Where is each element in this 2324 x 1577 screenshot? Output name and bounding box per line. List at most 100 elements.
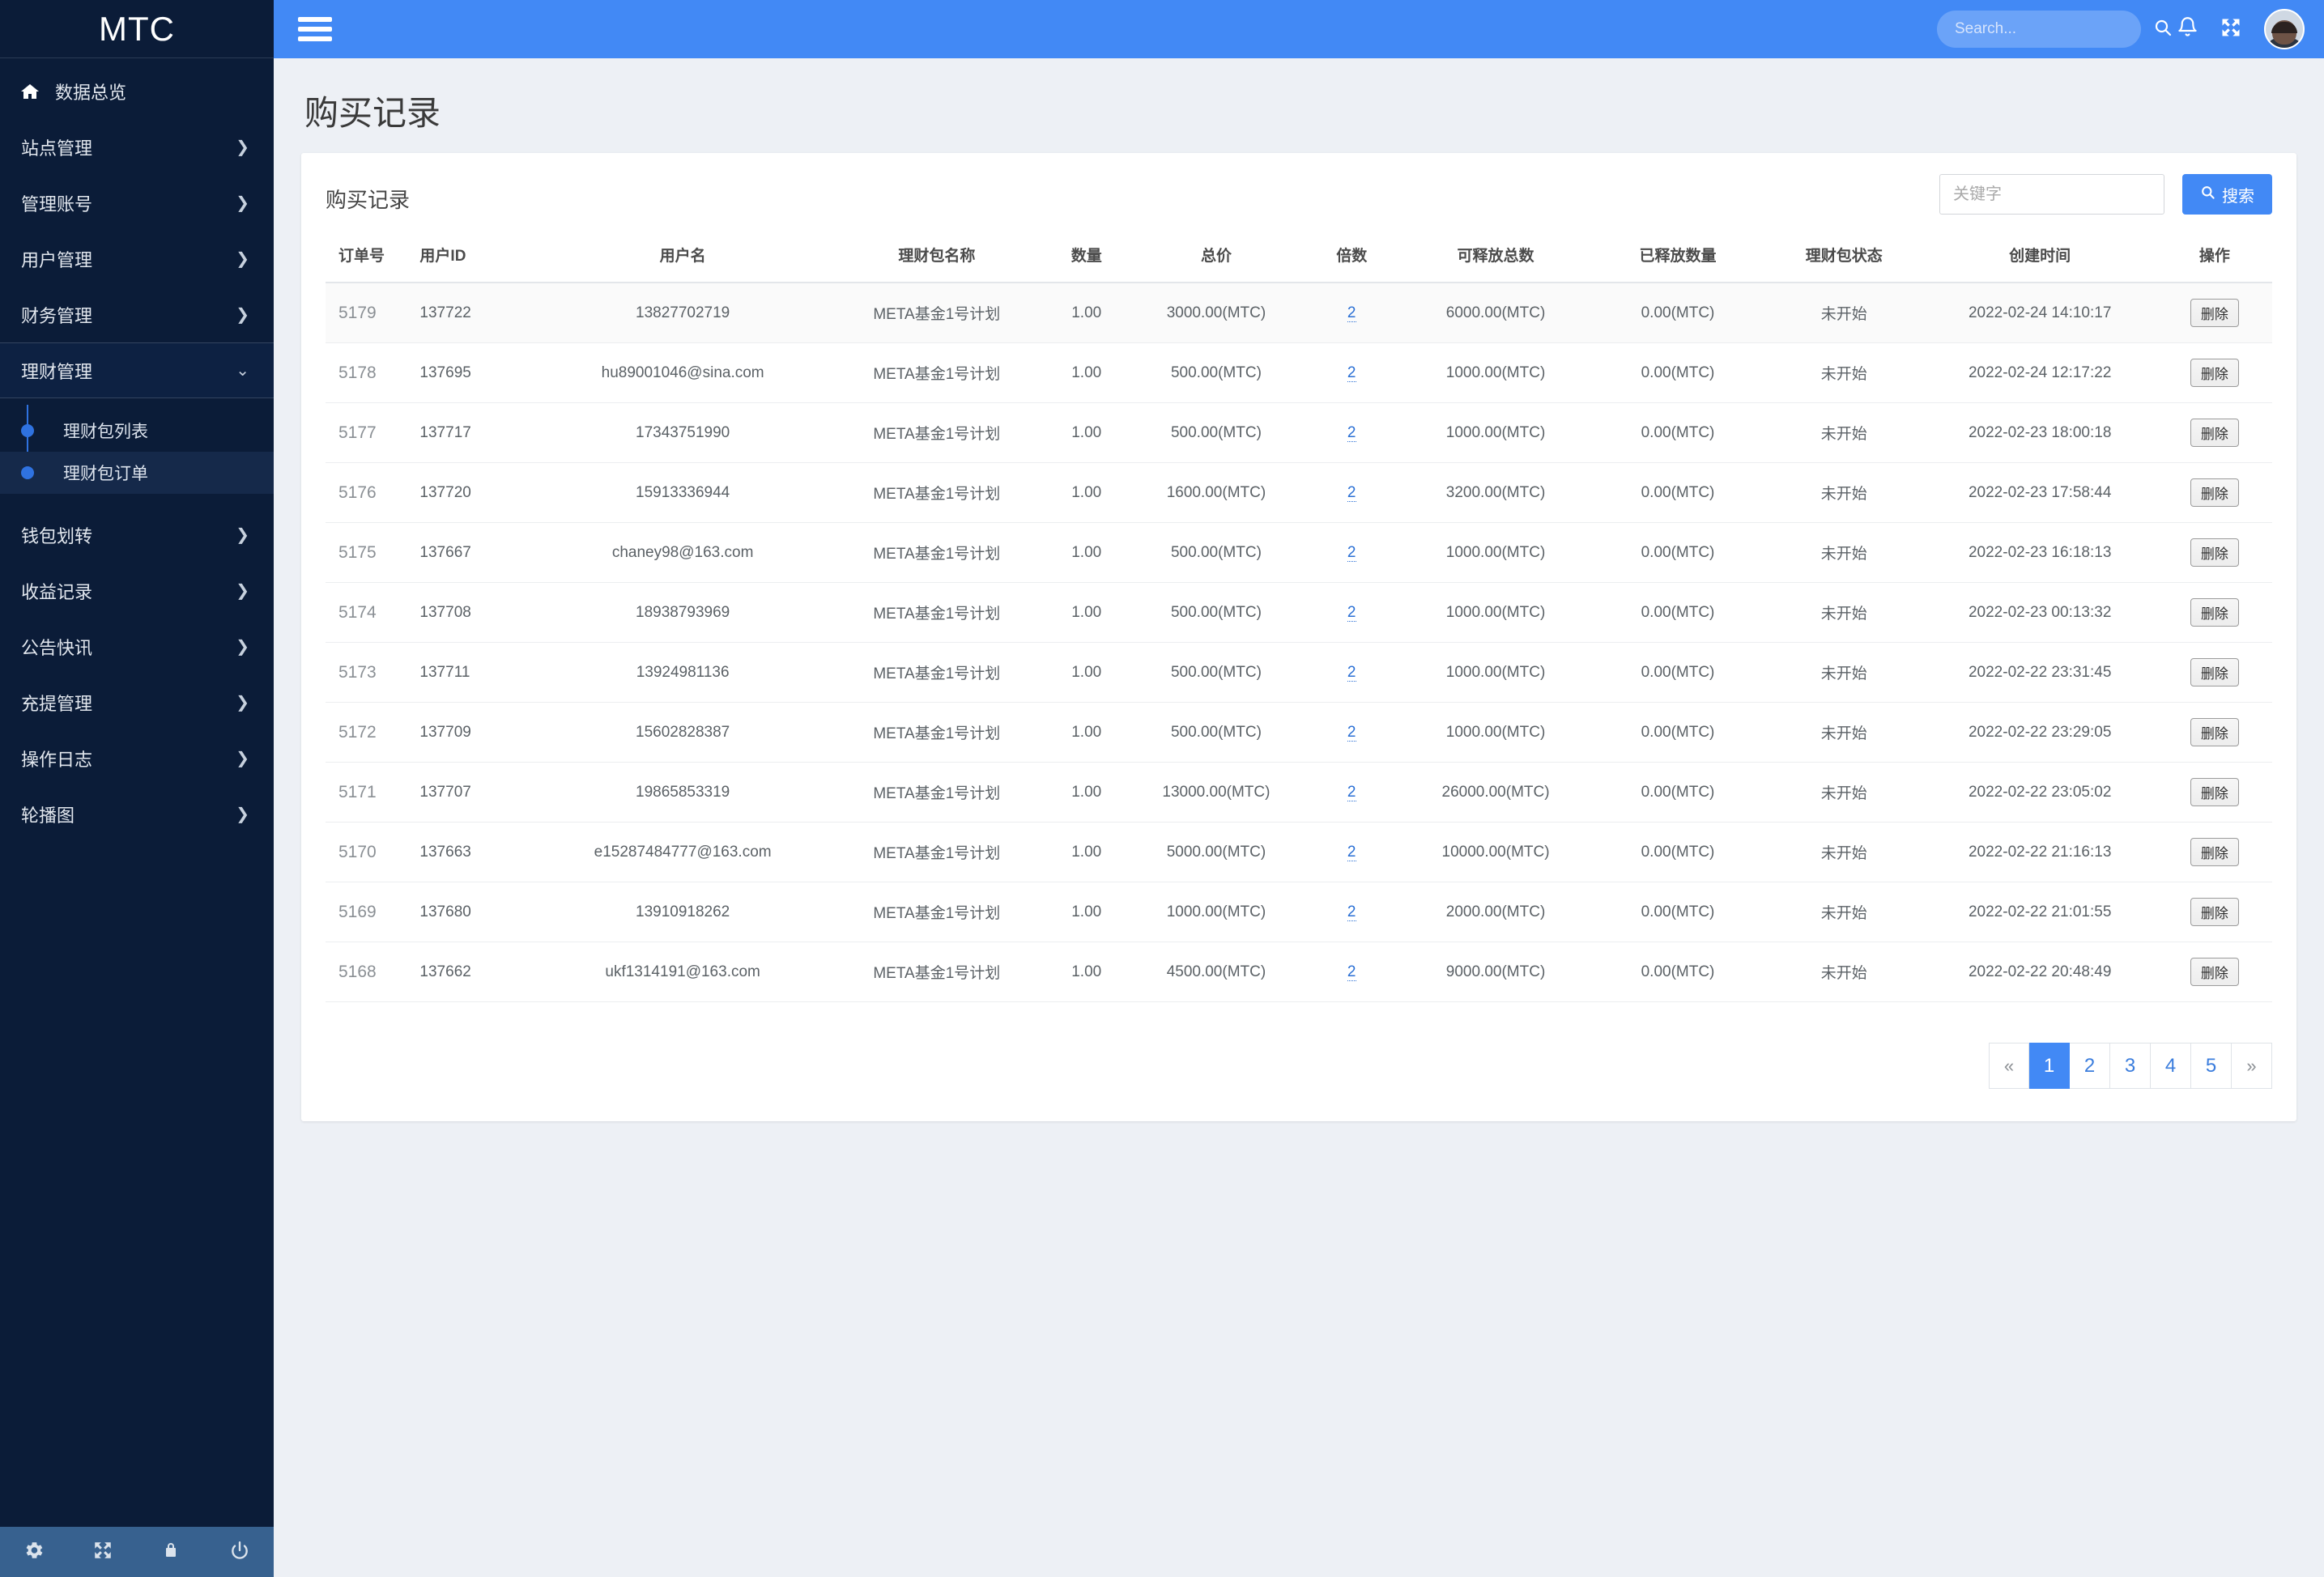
cell-username: 13910918262 [534,882,831,942]
sidebar-item-wealth-management[interactable]: 理财管理 ⌄ [0,342,274,398]
multiplier-link[interactable]: 2 [1347,304,1356,322]
cell-total: 5000.00(MTC) [1130,822,1303,882]
cell-username: 13924981136 [534,642,831,703]
delete-button[interactable]: 删除 [2190,478,2239,507]
sidebar-subitem-package-list[interactable]: 理财包列表 [0,410,274,452]
sidebar-item-finance-management[interactable]: 财务管理 ❯ [0,287,274,342]
cell-status: 未开始 [1764,762,1923,823]
column-header-multiplier: 倍数 [1302,232,1401,283]
cell-actions: 删除 [2156,702,2272,763]
sidebar: MTC 数据总览 站点管理 ❯ 管理账号 ❯ 用户管理 ❯ 财务管理 ❯ 理财管… [0,0,274,1577]
fullscreen-toggle[interactable] [2209,7,2253,51]
orders-card: 购买记录 搜索 [301,153,2296,1121]
sidebar-footer [0,1527,274,1577]
hamburger-icon[interactable] [298,12,332,46]
sidebar-item-label: 财务管理 [21,305,93,326]
sidebar-item-earnings-records[interactable]: 收益记录 ❯ [0,563,274,618]
cell-package: META基金1号计划 [830,882,1043,942]
delete-button[interactable]: 删除 [2190,419,2239,447]
cell-status: 未开始 [1764,942,1923,1002]
delete-button[interactable]: 删除 [2190,718,2239,746]
cell-package: META基金1号计划 [830,522,1043,583]
cell-status: 未开始 [1764,582,1923,643]
cell-username: 15913336944 [534,462,831,523]
cell-quantity: 1.00 [1042,882,1130,942]
multiplier-link[interactable]: 2 [1347,663,1356,682]
expand-icon [92,1540,113,1565]
sidebar-item-site-management[interactable]: 站点管理 ❯ [0,119,274,175]
delete-button[interactable]: 删除 [2190,778,2239,806]
cell-username: chaney98@163.com [534,522,831,583]
sidebar-item-label: 管理账号 [21,193,93,215]
pagination-page-3[interactable]: 3 [2110,1043,2151,1089]
cell-package: META基金1号计划 [830,462,1043,523]
pagination-page-2[interactable]: 2 [2070,1043,2110,1089]
multiplier-link[interactable]: 2 [1347,483,1356,502]
power-button[interactable] [206,1540,275,1565]
sidebar-item-admin-accounts[interactable]: 管理账号 ❯ [0,175,274,231]
delete-button[interactable]: 删除 [2190,359,2239,387]
cell-package: META基金1号计划 [830,762,1043,823]
cell-releasable: 3200.00(MTC) [1400,462,1591,523]
cell-username: 19865853319 [534,762,831,823]
pagination-page-1[interactable]: 1 [2029,1043,2070,1089]
pagination-prev[interactable]: « [1989,1043,2029,1089]
delete-button[interactable]: 删除 [2190,538,2239,567]
cell-package: META基金1号计划 [830,822,1043,882]
cell-releasable: 6000.00(MTC) [1400,283,1591,343]
avatar[interactable] [2264,9,2305,49]
sidebar-subitem-label: 理财包列表 [63,423,148,441]
pagination-next[interactable]: » [2232,1043,2272,1089]
cell-total: 3000.00(MTC) [1130,283,1303,343]
lock-icon [161,1540,181,1565]
sidebar-item-carousel[interactable]: 轮播图 ❯ [0,786,274,842]
search-input[interactable] [1955,20,2153,38]
sidebar-item-user-management[interactable]: 用户管理 ❯ [0,231,274,287]
sidebar-subitem-package-orders[interactable]: 理财包订单 [0,452,274,494]
cell-multiplier: 2 [1302,762,1401,823]
sidebar-item-wallet-transfer[interactable]: 钱包划转 ❯ [0,507,274,563]
cell-quantity: 1.00 [1042,462,1130,523]
topbar-search[interactable] [1937,11,2172,48]
pagination-page-5[interactable]: 5 [2191,1043,2232,1089]
delete-button[interactable]: 删除 [2190,958,2239,986]
delete-button[interactable]: 删除 [2190,658,2239,686]
cell-user-id: 137709 [413,702,535,763]
cell-releasable: 1000.00(MTC) [1400,402,1591,463]
settings-button[interactable] [0,1540,69,1565]
cell-status: 未开始 [1764,702,1923,763]
lock-button[interactable] [137,1540,206,1565]
sidebar-item-dashboard[interactable]: 数据总览 [0,63,274,119]
sidebar-item-announcements[interactable]: 公告快讯 ❯ [0,618,274,674]
orders-table: 订单号 用户ID 用户名 理财包名称 数量 总价 倍数 可释放总数 已释放数量 … [326,232,2272,1002]
multiplier-link[interactable]: 2 [1347,723,1356,742]
multiplier-link[interactable]: 2 [1347,423,1356,442]
cell-status: 未开始 [1764,462,1923,523]
cell-created: 2022-02-23 18:00:18 [1922,402,2157,463]
sidebar-item-operation-logs[interactable]: 操作日志 ❯ [0,730,274,786]
cell-status: 未开始 [1764,642,1923,703]
chevron-right-icon: ❯ [236,749,249,767]
keyword-input[interactable] [1939,174,2164,215]
multiplier-link[interactable]: 2 [1347,963,1356,981]
fullscreen-button[interactable] [69,1540,138,1565]
column-header-quantity: 数量 [1042,232,1130,283]
multiplier-link[interactable]: 2 [1347,603,1356,622]
pagination-page-4[interactable]: 4 [2151,1043,2191,1089]
delete-button[interactable]: 删除 [2190,838,2239,866]
search-button[interactable]: 搜索 [2182,174,2272,215]
sidebar-item-deposit-withdraw[interactable]: 充提管理 ❯ [0,674,274,730]
delete-button[interactable]: 删除 [2190,299,2239,327]
multiplier-link[interactable]: 2 [1347,783,1356,801]
sidebar-item-label: 轮播图 [21,805,75,826]
cell-user-id: 137711 [413,642,535,703]
notifications-button[interactable] [2165,7,2209,51]
multiplier-link[interactable]: 2 [1347,363,1356,382]
sidebar-item-label: 理财管理 [21,361,93,382]
multiplier-link[interactable]: 2 [1347,843,1356,861]
delete-button[interactable]: 删除 [2190,898,2239,926]
multiplier-link[interactable]: 2 [1347,543,1356,562]
delete-button[interactable]: 删除 [2190,598,2239,627]
multiplier-link[interactable]: 2 [1347,903,1356,921]
cell-user-id: 137695 [413,342,535,403]
